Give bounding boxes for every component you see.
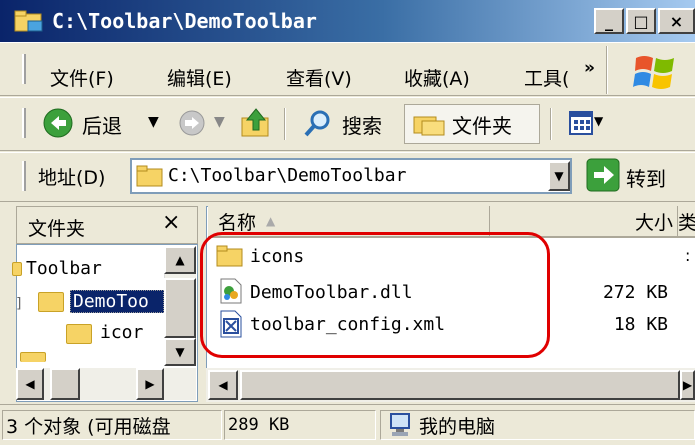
scroll-left-button[interactable]: ◀: [208, 370, 238, 400]
scroll-up-button[interactable]: ▲: [164, 246, 196, 274]
folder-pane-title: 文件夹: [28, 218, 86, 240]
folder-icon: [14, 10, 43, 32]
column-header-size-label: 大小: [634, 211, 673, 234]
status-object-count: 3 个对象 (可用磁盘: [2, 410, 222, 440]
folder-icon: [38, 292, 64, 312]
menu-file[interactable]: 文件(F): [50, 64, 114, 91]
address-value[interactable]: C:\Toolbar\DemoToolbar: [168, 165, 406, 186]
maximize-button[interactable]: □: [626, 8, 656, 34]
views-icon[interactable]: [568, 110, 594, 136]
address-dropdown-button[interactable]: ▼: [548, 161, 570, 191]
menu-tools[interactable]: 工具(: [524, 64, 576, 91]
up-folder-icon[interactable]: [240, 106, 272, 140]
go-arrow-icon[interactable]: [586, 158, 620, 192]
forward-dropdown-arrow-icon[interactable]: ▼: [214, 114, 225, 130]
menu-grip[interactable]: [22, 54, 26, 84]
tree-item-toolbar[interactable]: Toolbar: [26, 258, 102, 279]
scroll-down-button[interactable]: ▼: [164, 338, 196, 366]
scroll-left-button[interactable]: ◀: [16, 368, 44, 400]
scroll-right-button[interactable]: ▶: [136, 368, 164, 400]
back-dropdown-arrow-icon[interactable]: ▼: [148, 114, 159, 130]
status-size: 289 KB: [224, 410, 376, 440]
sort-ascending-icon: ▲: [266, 214, 276, 228]
scrollbar-thumb[interactable]: [164, 278, 196, 338]
table-cell: :: [685, 246, 691, 265]
scrollbar-thumb[interactable]: [240, 370, 680, 400]
folder-icon: [20, 352, 46, 362]
menu-overflow-chevron[interactable]: »: [584, 58, 595, 78]
menu-edit[interactable]: 编辑(E): [167, 64, 232, 91]
folder-icon: [66, 324, 92, 344]
toolbar-separator: [550, 108, 552, 140]
column-header-name-label: 名称: [218, 211, 257, 234]
tree-item-demotoolbar[interactable]: DemoToo: [70, 290, 164, 313]
tree-item-icons[interactable]: icor: [100, 322, 164, 343]
folder-icon: [12, 262, 22, 276]
tree-expander[interactable]: ]: [16, 296, 21, 312]
column-header-extra[interactable]: 类: [678, 206, 695, 238]
file-size-demotoolbar-dll: 272 KB: [602, 282, 668, 303]
highlight-annotation: [200, 232, 550, 358]
back-button-label[interactable]: 后退: [82, 110, 122, 139]
folders-button-label: 文件夹: [452, 114, 512, 138]
search-icon[interactable]: [302, 108, 334, 140]
minimize-button[interactable]: _: [594, 8, 624, 34]
toolbar-separator: [284, 108, 286, 140]
menu-separator: [606, 46, 608, 94]
folders-icon: [413, 116, 445, 136]
back-arrow-icon[interactable]: [42, 107, 74, 139]
search-button-label[interactable]: 搜索: [342, 110, 382, 139]
toolbar-grip[interactable]: [22, 108, 26, 138]
folder-pane-close-button[interactable]: ×: [162, 210, 180, 235]
menu-view[interactable]: 查看(V): [286, 64, 352, 91]
scrollbar-thumb[interactable]: [50, 368, 80, 400]
file-size-toolbar-config-xml: 18 KB: [613, 314, 668, 335]
menu-favorites[interactable]: 收藏(A): [404, 64, 470, 91]
window-title: C:\Toolbar\DemoToolbar: [52, 9, 317, 33]
address-grip[interactable]: [22, 161, 26, 191]
status-location: 我的电脑: [380, 410, 695, 440]
forward-arrow-icon[interactable]: [178, 109, 206, 137]
column-header-extra-label: 类: [678, 208, 695, 235]
windows-logo-icon: [633, 56, 674, 89]
close-button[interactable]: ×: [658, 8, 695, 34]
address-label: 地址(D): [38, 167, 106, 189]
go-button-label[interactable]: 转到: [626, 163, 666, 192]
views-dropdown-arrow-icon[interactable]: ▼: [594, 114, 603, 128]
scroll-right-button[interactable]: ▶: [680, 370, 695, 400]
my-computer-icon: [390, 413, 410, 436]
folder-icon: [136, 165, 163, 187]
